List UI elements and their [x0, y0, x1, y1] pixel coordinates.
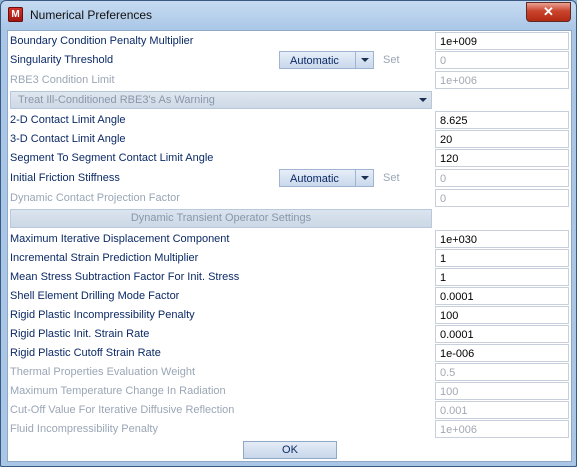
- value-field: 100: [435, 382, 569, 400]
- value-field: 1e+006: [435, 420, 569, 438]
- friction-stiffness-combo[interactable]: Automatic: [279, 169, 374, 187]
- row-label: Singularity Threshold: [10, 54, 114, 66]
- row-label: RBE3 Condition Limit: [10, 74, 115, 86]
- value-field[interactable]: 1e+009: [435, 32, 569, 50]
- row-label: Segment To Segment Contact Limit Angle: [10, 152, 214, 164]
- row-segment-contact-limit-angle: Segment To Segment Contact Limit Angle 1…: [8, 149, 571, 168]
- row-2d-contact-limit-angle: 2-D Contact Limit Angle 8.625: [8, 111, 571, 130]
- value-field[interactable]: 1e+030: [435, 230, 569, 248]
- row-mean-stress-subtraction: Mean Stress Subtraction Factor For Init.…: [8, 268, 571, 287]
- row-label: Rigid Plastic Incompressibility Penalty: [10, 309, 195, 321]
- row-label: Maximum Temperature Change In Radiation: [10, 385, 226, 397]
- row-label: Fluid Incompressibility Penalty: [10, 423, 158, 435]
- row-rigid-plastic-cutoff: Rigid Plastic Cutoff Strain Rate 1e-006: [8, 344, 571, 363]
- row-label: Rigid Plastic Init. Strain Rate: [10, 328, 150, 340]
- row-rigid-plastic-incompressibility: Rigid Plastic Incompressibility Penalty …: [8, 306, 571, 325]
- row-label: Initial Friction Stiffness: [10, 172, 120, 184]
- row-thermal-evaluation-weight: Thermal Properties Evaluation Weight 0.5: [8, 363, 571, 382]
- row-label: Maximum Iterative Displacement Component: [10, 233, 230, 245]
- value-field: 0: [435, 169, 569, 187]
- value-field[interactable]: 1: [435, 249, 569, 267]
- row-shell-drilling-mode: Shell Element Drilling Mode Factor 0.000…: [8, 287, 571, 306]
- ok-button[interactable]: OK: [243, 441, 337, 459]
- value-field[interactable]: 100: [435, 306, 569, 324]
- value-field: 1e+006: [435, 71, 569, 89]
- dynamic-transient-settings-button: Dynamic Transient Operator Settings: [10, 209, 432, 228]
- combo-value: Automatic: [290, 55, 339, 67]
- combo-value: Treat Ill-Conditioned RBE3's As Warning: [18, 94, 215, 106]
- row-label: Rigid Plastic Cutoff Strain Rate: [10, 347, 161, 359]
- value-field: 0.001: [435, 401, 569, 419]
- value-field: 0: [435, 189, 569, 207]
- value-field: 0.5: [435, 363, 569, 381]
- row-label: 3-D Contact Limit Angle: [10, 133, 126, 145]
- value-field[interactable]: 20: [435, 130, 569, 148]
- row-cutoff-diffusive-reflection: Cut-Off Value For Iterative Diffusive Re…: [8, 401, 571, 420]
- value-field: 0: [435, 51, 569, 69]
- preferences-panel: Boundary Condition Penalty Multiplier 1e…: [7, 30, 572, 462]
- row-dynamic-contact-projection: Dynamic Contact Projection Factor 0: [8, 189, 571, 208]
- chevron-down-icon[interactable]: [355, 52, 373, 68]
- row-incremental-strain-multiplier: Incremental Strain Prediction Multiplier…: [8, 249, 571, 268]
- value-field[interactable]: 0.0001: [435, 325, 569, 343]
- row-max-temperature-change: Maximum Temperature Change In Radiation …: [8, 382, 571, 401]
- set-label: Set: [383, 54, 400, 66]
- row-rigid-plastic-init-strain: Rigid Plastic Init. Strain Rate 0.0001: [8, 325, 571, 344]
- row-label: Boundary Condition Penalty Multiplier: [10, 35, 194, 47]
- set-label: Set: [383, 172, 400, 184]
- rbe3-warning-combo: Treat Ill-Conditioned RBE3's As Warning: [10, 91, 432, 109]
- value-field[interactable]: 8.625: [435, 111, 569, 129]
- combo-value: Automatic: [290, 173, 339, 185]
- value-field[interactable]: 120: [435, 149, 569, 167]
- row-boundary-condition-penalty: Boundary Condition Penalty Multiplier 1e…: [8, 32, 571, 51]
- numerical-preferences-window: M Numerical Preferences ✕ Boundary Condi…: [0, 0, 577, 467]
- title-bar: M Numerical Preferences ✕: [1, 1, 576, 29]
- row-fluid-incompressibility: Fluid Incompressibility Penalty 1e+006: [8, 420, 571, 439]
- app-logo-icon: M: [8, 7, 23, 22]
- value-field[interactable]: 0.0001: [435, 287, 569, 305]
- row-label: Shell Element Drilling Mode Factor: [10, 290, 180, 302]
- row-label: Thermal Properties Evaluation Weight: [10, 366, 196, 378]
- row-treat-rbe3-warning: Treat Ill-Conditioned RBE3's As Warning: [8, 91, 571, 110]
- chevron-down-icon: [415, 92, 431, 108]
- singularity-threshold-combo[interactable]: Automatic: [279, 51, 374, 69]
- row-initial-friction-stiffness: Initial Friction Stiffness Automatic Set…: [8, 169, 571, 188]
- row-label: Incremental Strain Prediction Multiplier: [10, 252, 199, 264]
- row-label: 2-D Contact Limit Angle: [10, 114, 126, 126]
- window-title: Numerical Preferences: [30, 8, 153, 22]
- row-rbe3-condition-limit: RBE3 Condition Limit 1e+006: [8, 71, 571, 90]
- value-field[interactable]: 1e-006: [435, 344, 569, 362]
- row-label: Dynamic Contact Projection Factor: [10, 192, 180, 204]
- row-label: Mean Stress Subtraction Factor For Init.…: [10, 271, 240, 283]
- chevron-down-icon[interactable]: [355, 170, 373, 186]
- row-label: Cut-Off Value For Iterative Diffusive Re…: [10, 404, 235, 416]
- row-3d-contact-limit-angle: 3-D Contact Limit Angle 20: [8, 130, 571, 149]
- row-max-iterative-displacement: Maximum Iterative Displacement Component…: [8, 230, 571, 249]
- row-singularity-threshold: Singularity Threshold Automatic Set 0: [8, 51, 571, 70]
- close-button[interactable]: ✕: [526, 2, 571, 22]
- row-dynamic-transient-settings: Dynamic Transient Operator Settings: [8, 209, 571, 228]
- value-field[interactable]: 1: [435, 268, 569, 286]
